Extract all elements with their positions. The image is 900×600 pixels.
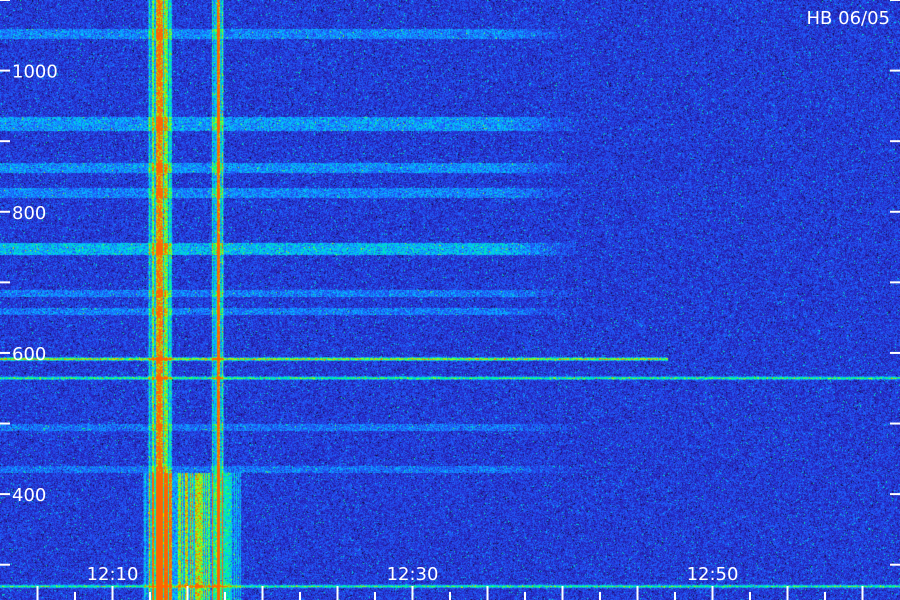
y-tick-label: 600 bbox=[12, 344, 46, 365]
x-axis: 12:10 12:30 12:50 bbox=[36, 564, 864, 600]
x-tick-label: 12:10 bbox=[87, 564, 139, 585]
x-tick-label: 12:50 bbox=[687, 564, 739, 585]
chart-title: HB 06/05 bbox=[807, 8, 890, 29]
y-axis: 400 600 800 1000 bbox=[0, 0, 900, 566]
spectrogram-chart: 400 600 800 1000 12:10 12:30 12:50 HB 06/05 bbox=[0, 0, 900, 600]
y-tick-label: 1000 bbox=[12, 62, 58, 83]
axes-overlay: 400 600 800 1000 12:10 12:30 12:50 HB 06/05 bbox=[0, 0, 900, 600]
y-tick-label: 800 bbox=[12, 203, 46, 224]
x-tick-label: 12:30 bbox=[387, 564, 439, 585]
y-tick-label: 400 bbox=[12, 485, 46, 506]
